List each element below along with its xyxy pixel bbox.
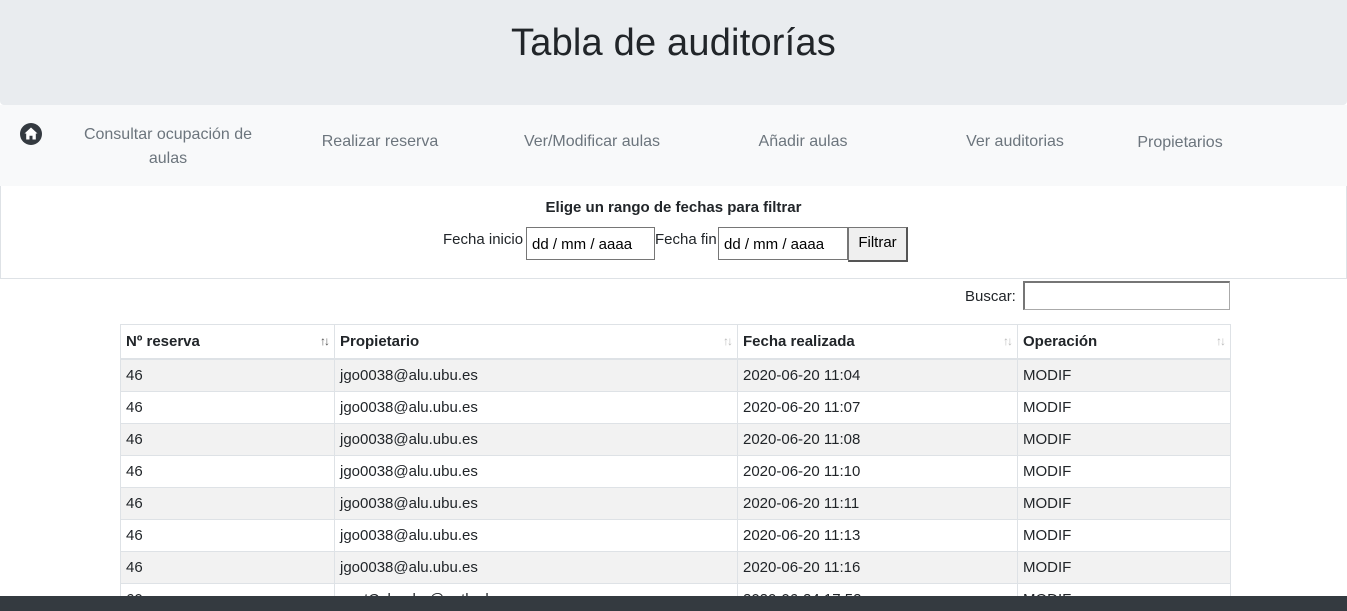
cell-reserva: 46 — [120, 551, 335, 584]
home-icon[interactable] — [19, 122, 43, 146]
cell-operacion: MODIF — [1017, 359, 1231, 392]
column-header-fecha[interactable]: Fecha realizada ↑↓ — [737, 324, 1018, 360]
nav-ver-modificar-aulas[interactable]: Ver/Modificar aulas — [500, 130, 684, 154]
cell-fecha: 2020-06-20 11:13 — [737, 519, 1018, 552]
nav-ver-auditorias[interactable]: Ver auditorias — [930, 130, 1100, 154]
column-header-label: Fecha realizada — [743, 333, 855, 350]
cell-propietario: jgo0038@alu.ubu.es — [334, 391, 738, 424]
cell-propietario: jgo0038@alu.ubu.es — [334, 487, 738, 520]
column-header-label: Operación — [1023, 333, 1098, 350]
cell-propietario: jgo0038@alu.ubu.es — [334, 359, 738, 392]
cell-operacion: MODIF — [1017, 519, 1231, 552]
column-header-reserva[interactable]: Nº reserva ↑↓ — [120, 324, 335, 360]
cell-reserva: 46 — [120, 391, 335, 424]
start-date-label: Fecha inicio — [443, 231, 524, 248]
cell-propietario: jgo0038@alu.ubu.es — [334, 455, 738, 488]
page-title: Tabla de auditorías — [511, 22, 836, 64]
nav-propietarios[interactable]: Propietarios — [1120, 131, 1240, 155]
cell-fecha: 2020-06-20 11:16 — [737, 551, 1018, 584]
table-row[interactable]: 46 jgo0038@alu.ubu.es 2020-06-20 11:10 M… — [120, 455, 1231, 488]
end-date-input[interactable]: dd / mm / aaaa — [718, 227, 848, 260]
cell-propietario: jgo0038@alu.ubu.es — [334, 551, 738, 584]
column-header-label: Propietario — [340, 333, 420, 350]
cell-fecha: 2020-06-20 11:11 — [737, 487, 1018, 520]
table-row[interactable]: 46 jgo0038@alu.ubu.es 2020-06-20 11:08 M… — [120, 423, 1231, 456]
column-header-label: Nº reserva — [126, 333, 200, 350]
table-row[interactable]: 46 jgo0038@alu.ubu.es 2020-06-20 11:13 M… — [120, 519, 1231, 552]
filter-title: Elige un rango de fechas para filtrar — [545, 199, 802, 216]
cell-fecha: 2020-06-20 11:10 — [737, 455, 1018, 488]
search-label: Buscar: — [965, 288, 1016, 305]
cell-propietario: jgo0038@alu.ubu.es — [334, 519, 738, 552]
sort-icon: ↑↓ — [1003, 334, 1013, 348]
audit-table: Nº reserva ↑↓ Propietario ↑↓ Fecha reali… — [120, 324, 1231, 611]
cell-fecha: 2020-06-20 11:07 — [737, 391, 1018, 424]
column-header-propietario[interactable]: Propietario ↑↓ — [334, 324, 738, 360]
table-row[interactable]: 46 jgo0038@alu.ubu.es 2020-06-20 11:16 M… — [120, 551, 1231, 584]
cell-operacion: MODIF — [1017, 423, 1231, 456]
cell-operacion: MODIF — [1017, 455, 1231, 488]
nav-anadir-aulas[interactable]: Añadir aulas — [720, 130, 886, 154]
table-row[interactable]: 46 jgo0038@alu.ubu.es 2020-06-20 11:04 M… — [120, 359, 1231, 392]
table-body: 46 jgo0038@alu.ubu.es 2020-06-20 11:04 M… — [120, 359, 1231, 611]
cell-reserva: 46 — [120, 519, 335, 552]
cell-reserva: 46 — [120, 487, 335, 520]
search-input[interactable] — [1023, 281, 1230, 310]
table-row[interactable]: 46 jgo0038@alu.ubu.es 2020-06-20 11:07 M… — [120, 391, 1231, 424]
start-date-input[interactable]: dd / mm / aaaa — [526, 227, 655, 260]
sort-icon: ↑↓ — [320, 334, 330, 348]
date-filter-panel: Elige un rango de fechas para filtrar Fe… — [0, 186, 1347, 279]
cell-reserva: 46 — [120, 423, 335, 456]
cell-fecha: 2020-06-20 11:04 — [737, 359, 1018, 392]
sort-icon: ↑↓ — [1216, 334, 1226, 348]
sort-icon: ↑↓ — [723, 334, 733, 348]
nav-consultar-ocupacion[interactable]: Consultar ocupación de aulas — [78, 123, 258, 171]
cell-operacion: MODIF — [1017, 391, 1231, 424]
page: Tabla de auditorías Consultar ocupación … — [0, 0, 1347, 611]
page-header: Tabla de auditorías — [0, 0, 1347, 105]
cell-operacion: MODIF — [1017, 487, 1231, 520]
cell-reserva: 46 — [120, 455, 335, 488]
column-header-operacion[interactable]: Operación ↑↓ — [1017, 324, 1231, 360]
audit-table-container: Nº reserva ↑↓ Propietario ↑↓ Fecha reali… — [120, 324, 1231, 611]
end-date-label: Fecha fin — [655, 231, 717, 248]
table-header-row: Nº reserva ↑↓ Propietario ↑↓ Fecha reali… — [120, 324, 1231, 360]
table-row[interactable]: 46 jgo0038@alu.ubu.es 2020-06-20 11:11 M… — [120, 487, 1231, 520]
bottom-bar — [0, 596, 1347, 611]
navbar: Consultar ocupación de aulas Realizar re… — [0, 105, 1347, 187]
cell-propietario: jgo0038@alu.ubu.es — [334, 423, 738, 456]
cell-fecha: 2020-06-20 11:08 — [737, 423, 1018, 456]
filter-button[interactable]: Filtrar — [848, 227, 908, 262]
cell-reserva: 46 — [120, 359, 335, 392]
cell-operacion: MODIF — [1017, 551, 1231, 584]
nav-realizar-reserva[interactable]: Realizar reserva — [300, 130, 460, 154]
